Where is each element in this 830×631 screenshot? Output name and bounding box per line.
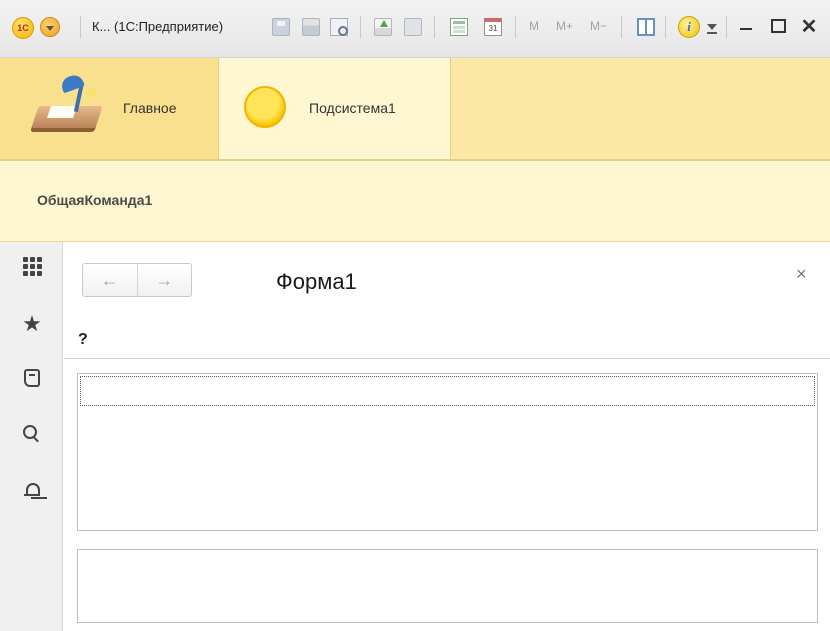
document-icon[interactable] <box>404 18 422 36</box>
navigation-buttons: ← → <box>82 263 192 297</box>
calculator-icon[interactable] <box>450 18 468 36</box>
search-icon[interactable] <box>20 422 44 446</box>
commands-panel: ОбщаяКоманда1 <box>0 161 830 242</box>
form-title: Форма1 <box>276 269 357 294</box>
memory-subtract-button[interactable]: M− <box>590 19 607 33</box>
window-title: К... (1С:Предприятие) <box>92 19 224 34</box>
divider <box>64 358 830 359</box>
star-glyph: ★ <box>22 311 42 336</box>
toolbar-divider <box>515 16 516 38</box>
command-link-common-command1[interactable]: ОбщаяКоманда1 <box>37 192 152 208</box>
toolbar-divider <box>360 16 361 38</box>
form-window: ← → Форма1 × ? <box>64 242 830 631</box>
forward-button[interactable]: → <box>136 264 192 296</box>
close-window-button[interactable]: ✕ <box>799 15 819 38</box>
app-logo-icon[interactable]: 1С <box>12 17 34 39</box>
toolbar-divider <box>665 16 666 38</box>
info-icon[interactable]: i <box>678 16 700 38</box>
history-icon[interactable] <box>20 366 44 390</box>
toolbar-divider <box>621 16 622 38</box>
section-label: Подсистема1 <box>309 100 396 116</box>
save-icon[interactable] <box>272 18 290 36</box>
tools-panel: ★ <box>0 242 63 631</box>
favorites-star-icon[interactable]: ★ <box>20 312 44 336</box>
list-field[interactable] <box>77 373 818 531</box>
print-icon[interactable] <box>302 18 320 36</box>
notifications-bell-icon[interactable] <box>20 478 44 502</box>
text-field[interactable] <box>77 549 818 623</box>
memory-button[interactable]: M <box>529 19 539 33</box>
minimize-button[interactable] <box>736 15 756 37</box>
section-label: Главное <box>123 100 177 116</box>
close-form-button[interactable]: × <box>796 264 807 285</box>
title-bar: 1С К... (1С:Предприятие) 31 M M+ M− i ✕ <box>0 0 830 58</box>
upload-icon[interactable] <box>374 18 392 36</box>
print-preview-icon[interactable] <box>330 18 348 36</box>
panel-layout-icon[interactable] <box>637 18 655 36</box>
main-menu-button[interactable] <box>40 17 60 37</box>
section-tab-main[interactable]: Главное <box>0 58 219 159</box>
focused-row[interactable] <box>80 376 815 406</box>
toolbar-divider <box>726 16 727 38</box>
desk-lamp-icon <box>31 72 103 138</box>
maximize-button[interactable] <box>768 15 788 37</box>
question-label: ? <box>78 331 88 348</box>
memory-add-button[interactable]: M+ <box>556 19 573 33</box>
sun-icon <box>244 86 286 128</box>
apps-grid-icon[interactable] <box>20 254 44 278</box>
toolbar-divider <box>434 16 435 38</box>
section-tab-subsystem1[interactable]: Подсистема1 <box>219 58 451 159</box>
toolbar-divider <box>80 16 81 38</box>
calendar-icon[interactable]: 31 <box>484 18 502 36</box>
dropdown-arrow-icon[interactable] <box>707 24 717 34</box>
back-button[interactable]: ← <box>83 264 137 296</box>
sections-panel: Главное Подсистема1 <box>0 58 830 161</box>
